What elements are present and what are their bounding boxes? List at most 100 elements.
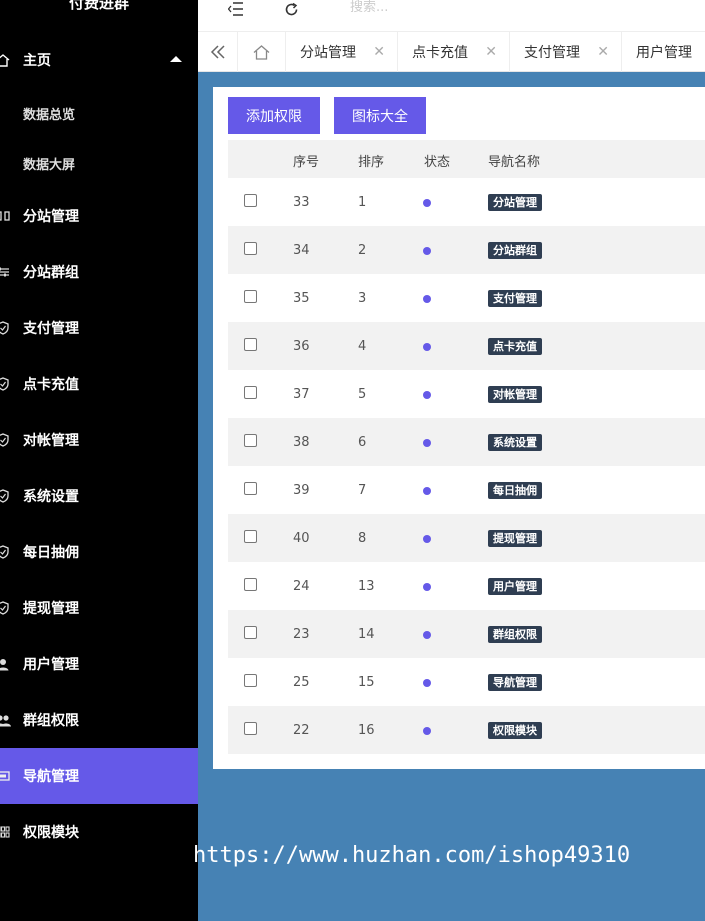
table-row[interactable]: 25 15 导航管理 xyxy=(228,658,705,706)
nav-name-badge: 权限模块 xyxy=(488,722,542,739)
row-checkbox[interactable] xyxy=(244,338,257,351)
sidebar-item-reconcile[interactable]: 对帐管理 xyxy=(0,412,198,468)
shield-icon xyxy=(0,489,12,503)
user-icon xyxy=(0,657,12,671)
menu-collapse-icon[interactable] xyxy=(228,0,244,18)
row-checkbox[interactable] xyxy=(244,242,257,255)
row-checkbox[interactable] xyxy=(244,386,257,399)
table-row[interactable]: 36 4 点卡充值 xyxy=(228,322,705,370)
nav-name-badge: 导航管理 xyxy=(488,674,542,691)
column-header-order[interactable]: 排序 xyxy=(358,151,384,170)
table-row[interactable]: 37 5 对帐管理 xyxy=(228,370,705,418)
sidebar-subitem-overview[interactable]: 数据总览 xyxy=(23,104,75,123)
nav-name-badge: 系统设置 xyxy=(488,434,542,451)
shield-icon xyxy=(0,601,12,615)
tab-user-management[interactable]: 用户管理 xyxy=(622,32,705,72)
cell-id: 38 xyxy=(293,435,310,450)
table-row[interactable]: 33 1 分站管理 xyxy=(228,178,705,226)
row-checkbox[interactable] xyxy=(244,194,257,207)
tab-home[interactable] xyxy=(238,32,286,72)
sidebar-item-permission-modules[interactable]: 权限模块 xyxy=(0,804,198,860)
column-header-status[interactable]: 状态 xyxy=(424,151,450,170)
row-checkbox[interactable] xyxy=(244,482,257,495)
chevron-up-icon[interactable] xyxy=(170,56,182,62)
sidebar-item-users[interactable]: 用户管理 xyxy=(0,636,198,692)
sliders-icon xyxy=(0,265,12,279)
sidebar-item-payment[interactable]: 支付管理 xyxy=(0,300,198,356)
sidebar-item-home[interactable]: 主页 xyxy=(0,32,198,88)
row-checkbox[interactable] xyxy=(244,290,257,303)
table-row[interactable]: 40 8 提现管理 xyxy=(228,514,705,562)
refresh-icon[interactable] xyxy=(284,0,299,18)
table-row[interactable]: 23 14 群组权限 xyxy=(228,610,705,658)
table-row[interactable]: 24 13 用户管理 xyxy=(228,562,705,610)
cell-order: 4 xyxy=(358,339,367,354)
sidebar-item-group-permissions[interactable]: 群组权限 xyxy=(0,692,198,748)
icon-library-button[interactable]: 图标大全 xyxy=(334,97,426,134)
add-permission-button[interactable]: 添加权限 xyxy=(228,97,320,134)
status-dot xyxy=(423,679,431,687)
table-row[interactable]: 34 2 分站群组 xyxy=(228,226,705,274)
sidebar-item-label: 对帐管理 xyxy=(23,433,79,449)
nav-name-badge: 用户管理 xyxy=(488,578,542,595)
tab-label: 分站管理 xyxy=(300,45,356,61)
row-checkbox[interactable] xyxy=(244,626,257,639)
row-checkbox[interactable] xyxy=(244,434,257,447)
table-row[interactable]: 22 16 权限模块 xyxy=(228,706,705,754)
tabs-scroll-left-button[interactable] xyxy=(198,32,238,72)
close-icon[interactable]: ✕ xyxy=(373,44,385,60)
column-header-nav-name[interactable]: 导航名称 xyxy=(488,151,540,170)
tab-branch-management[interactable]: 分站管理 ✕ xyxy=(286,32,398,72)
cell-order: 1 xyxy=(358,195,367,210)
table-row[interactable]: 38 6 系统设置 xyxy=(228,418,705,466)
cell-order: 2 xyxy=(358,243,367,258)
column-header-id[interactable]: 序号 xyxy=(293,151,319,170)
sidebar-item-daily-commission[interactable]: 每日抽佣 xyxy=(0,524,198,580)
tab-label: 支付管理 xyxy=(524,45,580,61)
cell-id: 25 xyxy=(293,675,310,690)
row-checkbox[interactable] xyxy=(244,722,257,735)
status-dot xyxy=(423,439,431,447)
sidebar-subitem-bigscreen[interactable]: 数据大屏 xyxy=(23,154,75,173)
users-icon xyxy=(0,713,12,727)
sidebar-item-label: 群组权限 xyxy=(23,713,79,729)
tab-label: 点卡充值 xyxy=(412,45,468,61)
cell-id: 33 xyxy=(293,195,310,210)
nav-name-badge: 提现管理 xyxy=(488,530,542,547)
status-dot xyxy=(423,583,431,591)
home-icon xyxy=(0,53,12,67)
sidebar-item-navigation[interactable]: 导航管理 xyxy=(0,748,198,804)
sidebar-item-label: 点卡充值 xyxy=(23,377,79,393)
cell-order: 8 xyxy=(358,531,367,546)
status-dot xyxy=(423,727,431,735)
sidebar-item-label: 提现管理 xyxy=(23,601,79,617)
status-dot xyxy=(423,247,431,255)
nav-name-badge: 分站群组 xyxy=(488,242,542,259)
sidebar-item-card-recharge[interactable]: 点卡充值 xyxy=(0,356,198,412)
cell-id: 34 xyxy=(293,243,310,258)
row-checkbox[interactable] xyxy=(244,674,257,687)
row-checkbox[interactable] xyxy=(244,578,257,591)
sidebar-item-label: 分站群组 xyxy=(23,265,79,281)
row-checkbox[interactable] xyxy=(244,530,257,543)
tab-payment-management[interactable]: 支付管理 ✕ xyxy=(510,32,622,72)
cell-id: 40 xyxy=(293,531,310,546)
sidebar-item-withdraw[interactable]: 提现管理 xyxy=(0,580,198,636)
sidebar-item-branch[interactable]: 分站管理 xyxy=(0,188,198,244)
sidebar-item-branch-groups[interactable]: 分站群组 xyxy=(0,244,198,300)
tab-card-recharge[interactable]: 点卡充值 ✕ xyxy=(398,32,510,72)
nav-name-badge: 每日抽佣 xyxy=(488,482,542,499)
sidebar-item-settings[interactable]: 系统设置 xyxy=(0,468,198,524)
tab-label: 用户管理 xyxy=(636,45,692,61)
nav-icon xyxy=(0,769,12,783)
nav-name-badge: 群组权限 xyxy=(488,626,542,643)
close-icon[interactable]: ✕ xyxy=(597,44,609,60)
table-row[interactable]: 35 3 支付管理 xyxy=(228,274,705,322)
sidebar: 付费进群 主页 数据总览 数据大屏 分站管理 分站群组 支付管理 点卡充值 对帐… xyxy=(0,0,198,921)
sidebar-item-label: 主页 xyxy=(23,53,51,69)
close-icon[interactable]: ✕ xyxy=(485,44,497,60)
status-dot xyxy=(423,391,431,399)
table-row[interactable]: 39 7 每日抽佣 xyxy=(228,466,705,514)
cell-order: 16 xyxy=(358,723,375,738)
search-input[interactable]: 搜索... xyxy=(350,0,388,18)
